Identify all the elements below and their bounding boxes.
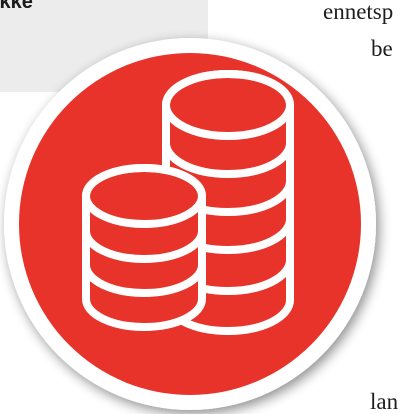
coin-stacks-badge [4,38,376,410]
left-coin-stack-icon [82,164,206,331]
page: ikke ennetsp be lan [0,0,407,414]
